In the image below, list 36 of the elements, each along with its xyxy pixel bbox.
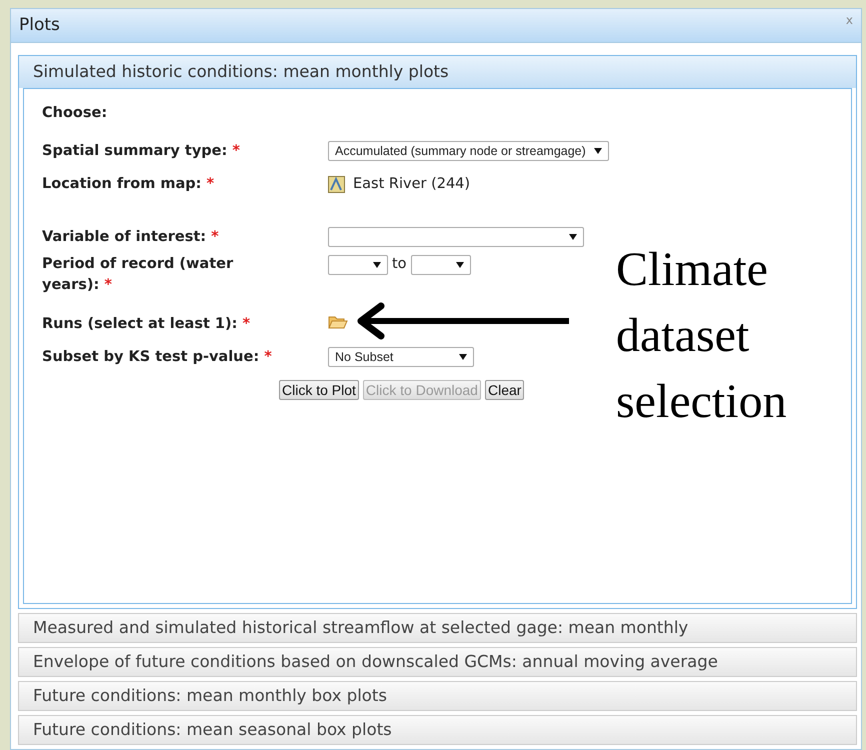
window-title: Plots bbox=[19, 14, 60, 37]
location-value: East River (244) bbox=[353, 174, 470, 194]
caret-icon bbox=[456, 262, 464, 268]
form-heading: Choose: bbox=[42, 104, 108, 123]
field-label: Period of record (water years): * bbox=[42, 254, 234, 295]
section-header[interactable]: Future conditions: mean seasonal box plots bbox=[18, 715, 857, 745]
field-label: Runs (select at least 1): * bbox=[42, 314, 252, 334]
required-mark: * bbox=[232, 142, 240, 159]
folder-icon[interactable] bbox=[328, 314, 348, 330]
annotation-text: Climate dataset selection bbox=[616, 242, 787, 430]
section-header[interactable]: Simulated historic conditions: mean monthly plots bbox=[19, 56, 856, 88]
required-mark: * bbox=[242, 316, 250, 332]
dropdown[interactable] bbox=[410, 254, 471, 275]
range-separator: to bbox=[392, 254, 407, 274]
dropdown[interactable]: No Subset bbox=[328, 346, 474, 367]
caret-icon bbox=[459, 354, 467, 360]
plot-button[interactable]: Click to Plot bbox=[279, 380, 359, 400]
field-label: Variable of interest: * bbox=[42, 228, 220, 247]
required-mark: * bbox=[264, 348, 272, 365]
caret-icon bbox=[594, 148, 602, 154]
plot-button[interactable]: Clear bbox=[484, 380, 524, 400]
caret-icon bbox=[373, 262, 381, 268]
field-label: Location from map: * bbox=[42, 174, 216, 194]
dropdown[interactable] bbox=[328, 254, 388, 275]
field-label: Spatial summary type: * bbox=[42, 142, 241, 161]
required-mark: * bbox=[206, 176, 214, 192]
dropdown[interactable] bbox=[328, 226, 584, 247]
caret-icon bbox=[569, 234, 577, 240]
section-header[interactable]: Measured and simulated historical streamflow at selected gage: mean monthly bbox=[18, 613, 857, 643]
section-header[interactable]: Envelope of future conditions based on downscaled GCMs: annual moving average bbox=[18, 647, 857, 677]
section-header[interactable]: Future conditions: mean monthly box plots bbox=[18, 681, 857, 711]
required-mark: * bbox=[104, 276, 112, 293]
required-mark: * bbox=[211, 228, 219, 245]
dropdown[interactable]: Accumulated (summary node or streamgage) bbox=[328, 140, 609, 161]
map-icon bbox=[328, 176, 345, 194]
field-label: Subset by KS test p-value: * bbox=[42, 348, 273, 367]
